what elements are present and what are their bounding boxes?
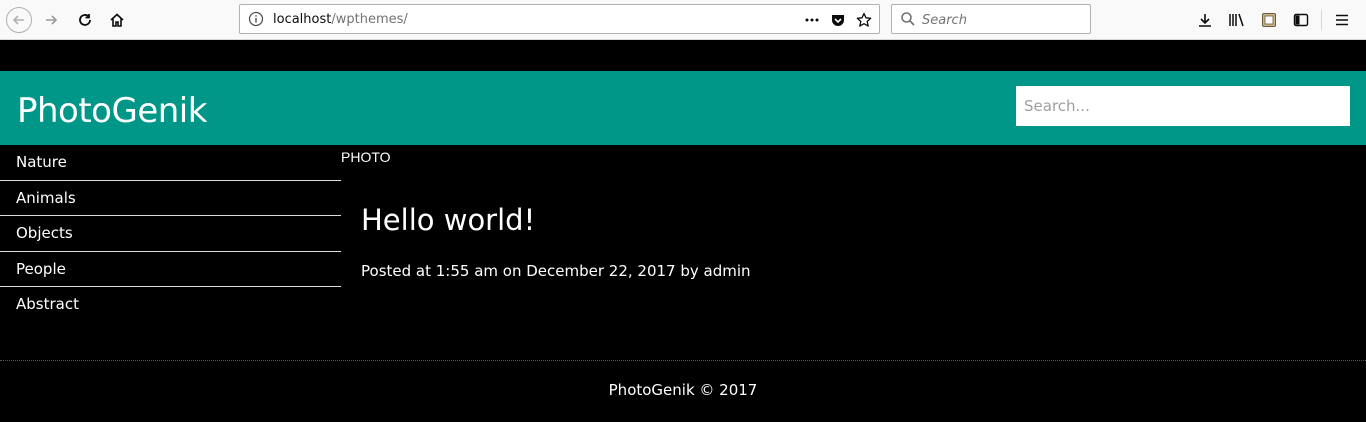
sidebar-item-animals[interactable]: Animals — [0, 181, 341, 216]
site-title[interactable]: PhotoGenik — [17, 91, 207, 131]
back-button[interactable] — [5, 6, 33, 34]
home-icon — [109, 12, 125, 28]
address-bar[interactable]: localhost/wpthemes/ — [239, 4, 880, 34]
web-page: PhotoGenik Nature Animals Objects People… — [0, 40, 1366, 422]
hamburger-menu-icon[interactable] — [1328, 6, 1356, 34]
forward-button[interactable] — [37, 6, 65, 34]
post-title[interactable]: Hello world! — [361, 203, 535, 237]
site-footer: PhotoGenik © 2017 — [0, 360, 1366, 422]
browser-search-bar[interactable] — [891, 4, 1091, 34]
star-icon[interactable] — [853, 9, 875, 31]
download-icon[interactable] — [1191, 6, 1219, 34]
sidebar-item-nature[interactable]: Nature — [0, 145, 341, 181]
pocket-icon[interactable] — [827, 9, 849, 31]
category-sidebar: Nature Animals Objects People Abstract — [0, 145, 341, 323]
screenshot-icon[interactable] — [1255, 6, 1283, 34]
sidebar-icon[interactable] — [1287, 6, 1315, 34]
reload-icon — [77, 12, 93, 28]
home-button[interactable] — [103, 6, 131, 34]
url-text[interactable]: localhost/wpthemes/ — [273, 12, 408, 27]
category-label: PHOTO — [341, 149, 391, 165]
sidebar-item-abstract[interactable]: Abstract — [0, 287, 341, 323]
arrow-right-icon — [43, 12, 59, 28]
site-search-input[interactable] — [1016, 86, 1350, 126]
info-icon[interactable] — [248, 11, 264, 27]
site-header: PhotoGenik — [0, 71, 1366, 145]
library-icon[interactable] — [1223, 6, 1251, 34]
browser-search-input[interactable] — [922, 11, 1082, 29]
reload-button[interactable] — [71, 6, 99, 34]
arrow-left-icon — [6, 7, 32, 33]
browser-toolbar: localhost/wpthemes/ — [0, 0, 1366, 40]
sidebar-item-objects[interactable]: Objects — [0, 216, 341, 252]
footer-copyright: PhotoGenik © 2017 — [608, 381, 758, 399]
post-meta: Posted at 1:55 am on December 22, 2017 b… — [361, 262, 751, 280]
sidebar-item-people[interactable]: People — [0, 252, 341, 287]
more-dots-icon[interactable] — [801, 9, 823, 31]
url-path: /wpthemes/ — [331, 12, 408, 27]
toolbar-separator — [1321, 10, 1322, 30]
url-host: localhost — [273, 12, 332, 27]
magnifier-icon — [900, 11, 916, 31]
